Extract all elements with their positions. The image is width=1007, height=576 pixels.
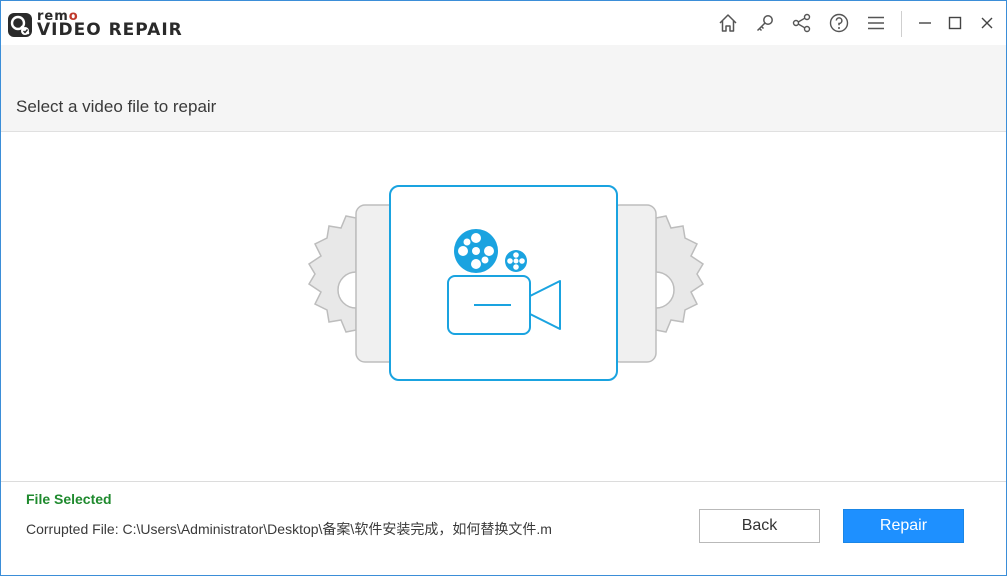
back-button[interactable]: Back [699,509,820,543]
key-icon[interactable] [753,11,777,35]
repair-button[interactable]: Repair [843,509,964,543]
menu-icon[interactable] [864,11,888,35]
page-title: Select a video file to repair [16,97,217,116]
help-icon[interactable] [827,11,851,35]
home-icon[interactable] [716,11,740,35]
share-icon[interactable] [790,11,814,35]
app-logo: remo VIDEO REPAIR [7,8,197,40]
logo-product-name: VIDEO REPAIR [37,20,183,40]
app-window: remo VIDEO REPAIR Select a video file to… [0,0,1007,576]
video-repair-illustration [307,185,705,381]
page-header: Select a video file to repair [1,45,1006,132]
logo-icon [8,13,32,37]
maximize-icon[interactable] [943,11,967,35]
status-label: Corrupted File: [26,521,119,537]
minimize-icon[interactable] [913,11,937,35]
title-bar: remo VIDEO REPAIR [1,1,1006,45]
main-area [1,132,1006,481]
file-path: C:\Users\Administrator\Desktop\备案\软件安装完成… [122,521,552,537]
file-path-label: Corrupted File: C:\Users\Administrator\D… [26,519,574,539]
close-icon[interactable] [975,11,999,35]
status-title: File Selected [26,491,112,507]
footer-bar: File Selected Corrupted File: C:\Users\A… [1,481,1006,575]
toolbar-separator [901,11,902,37]
